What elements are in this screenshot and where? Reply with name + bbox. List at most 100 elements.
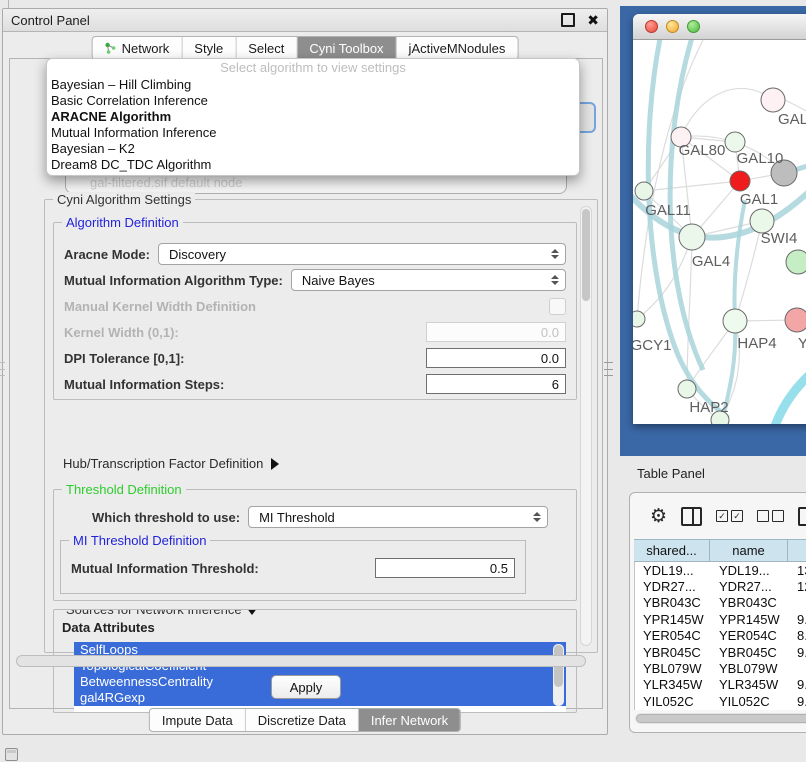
tab-style[interactable]: Style [182, 37, 236, 59]
column-header[interactable]: shared... [634, 540, 710, 561]
sources-expander[interactable]: Sources for Network Inference [62, 609, 262, 617]
tab-impute-data[interactable]: Impute Data [150, 709, 246, 731]
top-tab-bar: Network Style Select Cyni Toolbox jActiv… [92, 36, 519, 60]
node-gal4[interactable] [679, 224, 705, 250]
aracne-mode-combo[interactable]: Discovery [158, 243, 566, 265]
network-window-titlebar[interactable] [633, 14, 806, 40]
manual-kernel-label: Manual Kernel Width Definition [64, 299, 256, 314]
algorithm-popup-list: Bayesian – Hill ClimbingBasic Correlatio… [47, 77, 579, 173]
table-cell: YDR27... [635, 579, 711, 594]
table-row[interactable]: YBR045CYBR045C9. [635, 644, 806, 660]
table-cell: YBL079W [711, 661, 789, 676]
table-cell: YPR145W [635, 612, 711, 627]
network-view-window: GALGAL80GAL10GAL1GAL11SWI4GAL4GCY1HAP4YH… [633, 14, 806, 424]
node-label: GCY1 [633, 337, 671, 354]
which-threshold-label: Which threshold to use: [92, 510, 240, 525]
node-gal11[interactable] [635, 182, 653, 200]
table-cell: YDL19... [635, 563, 711, 578]
zoom-traffic-light[interactable] [687, 20, 700, 33]
window-title: Control Panel [11, 13, 90, 28]
table-panel-window: ⚙ ✓✓ shared...name YDL19...YDL19...13YDR… [629, 492, 806, 733]
tab-infer-network[interactable]: Infer Network [359, 709, 460, 731]
minimize-traffic-light[interactable] [666, 20, 679, 33]
column-layout-icon[interactable] [681, 507, 702, 526]
network-edge[interactable] [681, 88, 773, 137]
which-threshold-combo[interactable]: MI Threshold [248, 506, 548, 528]
table-cell: YIL052C [635, 694, 711, 709]
algorithm-option[interactable]: Mutual Information Inference [47, 125, 579, 141]
table-row[interactable]: YDL19...YDL19...13 [635, 562, 806, 578]
tab-select[interactable]: Select [236, 37, 297, 59]
settings-horizontal-scrollbar[interactable] [16, 655, 586, 667]
tab-cyni-toolbox[interactable]: Cyni Toolbox [297, 37, 396, 59]
mi-type-combo[interactable]: Naive Bayes [291, 269, 566, 291]
stepper-arrows-icon [551, 249, 559, 259]
node-gal1[interactable] [730, 171, 750, 191]
algorithm-option[interactable]: Bayesian – K2 [47, 141, 579, 157]
table-row[interactable]: YBL079WYBL079W [635, 660, 806, 676]
tab-network[interactable]: Network [93, 37, 183, 59]
close-icon[interactable]: ✖ [587, 15, 599, 25]
node-hap2[interactable] [678, 380, 696, 398]
deselect-all-columns-icon[interactable] [757, 510, 784, 522]
mi-threshold-field[interactable]: 0.5 [375, 558, 515, 578]
mi-steps-label: Mutual Information Steps: [64, 377, 224, 392]
group-title: Threshold Definition [62, 482, 186, 497]
left-edge-grip[interactable] [0, 362, 5, 376]
new-table-icon[interactable] [798, 507, 806, 526]
network-edge[interactable] [773, 368, 806, 424]
table-horizontal-scrollbar[interactable] [635, 713, 806, 724]
tab-jactivemnodules[interactable]: jActiveMNodules [397, 37, 518, 59]
table-cell: 13 [789, 563, 806, 578]
dpi-tolerance-field[interactable]: 0.0 [426, 348, 566, 368]
algorithm-option[interactable]: Basic Correlation Inference [47, 93, 579, 109]
network-canvas[interactable]: GALGAL80GAL10GAL1GAL11SWI4GAL4GCY1HAP4YH… [633, 40, 806, 424]
select-all-columns-icon[interactable]: ✓✓ [716, 510, 743, 522]
manual-kernel-checkbox[interactable] [549, 298, 566, 315]
table-row[interactable]: YIL052CYIL052C9. [635, 693, 806, 709]
hub-definition-expander[interactable]: Hub/Transcription Factor Definition [63, 456, 279, 471]
node-right-green[interactable] [786, 250, 806, 274]
node-label: GAL1 [740, 191, 778, 208]
node-gcy1[interactable] [633, 311, 645, 327]
threshold-definition-group: Threshold Definition Which threshold to … [53, 489, 577, 601]
algorithm-option[interactable]: Dream8 DC_TDC Algorithm [47, 157, 579, 173]
column-header[interactable]: name [710, 540, 788, 561]
tab-label: Discretize Data [258, 713, 346, 728]
network-edge[interactable] [644, 181, 740, 191]
node-label: SWI4 [761, 230, 798, 247]
float-window-icon[interactable] [561, 13, 575, 27]
scrollbar-thumb[interactable] [582, 209, 590, 301]
table-row[interactable]: YBR043CYBR043C [635, 595, 806, 611]
algorithm-option[interactable]: ARACNE Algorithm [47, 109, 579, 125]
scrollbar-thumb[interactable] [636, 714, 806, 723]
node-right-pink[interactable] [785, 308, 806, 332]
list-vertical-scrollbar[interactable] [553, 644, 564, 706]
table-toolbar: ⚙ ✓✓ [630, 493, 806, 539]
table-row[interactable]: YDR27...YDR27...12 [635, 578, 806, 594]
node-label: Y [798, 335, 806, 352]
settings-vertical-scrollbar[interactable] [580, 206, 592, 646]
column-header[interactable] [788, 540, 806, 561]
sources-title: Sources for Network Inference [66, 609, 242, 617]
table-cell: YLR345W [711, 677, 789, 692]
kernel-width-field[interactable]: 0.0 [426, 322, 566, 342]
network-graph: GALGAL80GAL10GAL1GAL11SWI4GAL4GCY1HAP4YH… [633, 40, 806, 424]
algorithm-option[interactable]: Bayesian – Hill Climbing [47, 77, 579, 93]
tab-label: Select [248, 41, 284, 56]
tab-discretize-data[interactable]: Discretize Data [246, 709, 359, 731]
mi-steps-field[interactable]: 6 [426, 374, 566, 394]
gear-icon[interactable]: ⚙ [650, 507, 667, 526]
table-cell: YBR045C [711, 645, 789, 660]
group-title: Cyni Algorithm Settings [53, 192, 195, 207]
minimized-panel-icon[interactable] [5, 748, 18, 761]
table-row[interactable]: YLR345WYLR345W9. [635, 677, 806, 693]
close-traffic-light[interactable] [645, 20, 658, 33]
table-row[interactable]: YER054CYER054C8. [635, 628, 806, 644]
apply-button[interactable]: Apply [271, 675, 341, 699]
table-row[interactable]: YPR145WYPR145W9. [635, 611, 806, 627]
node-gal10[interactable] [725, 132, 745, 152]
node-hap4[interactable] [723, 309, 747, 333]
panel-splitter-grip[interactable] [604, 362, 613, 376]
node-top-pink[interactable] [761, 88, 785, 112]
